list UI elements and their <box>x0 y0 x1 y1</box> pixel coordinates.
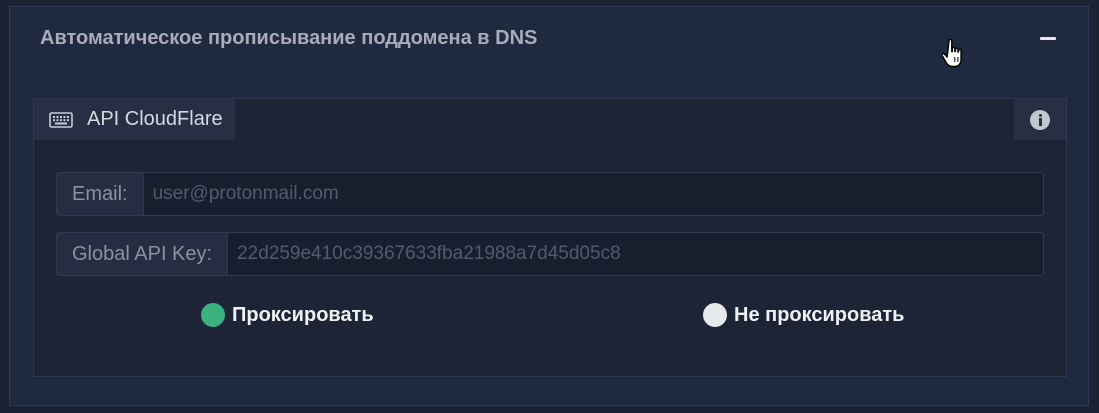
keyboard-icon <box>49 111 73 128</box>
radio-no-proxy[interactable]: Не проксировать <box>703 303 904 327</box>
radio-proxy-label: Проксировать <box>232 303 374 326</box>
tab-label: API CloudFlare <box>87 108 223 130</box>
hand-pointer-icon <box>942 38 962 68</box>
email-field-group: Email: <box>56 172 1044 216</box>
tab-api-cloudflare[interactable]: API CloudFlare <box>34 99 235 140</box>
info-button[interactable] <box>1014 99 1066 140</box>
radio-proxy[interactable]: Проксировать <box>201 303 374 327</box>
collapse-button[interactable] <box>1039 30 1057 48</box>
radio-unselected-icon <box>703 303 727 327</box>
section-title: Автоматическое прописывание поддомена в … <box>40 27 538 49</box>
api-key-label: Global API Key: <box>57 233 229 275</box>
api-key-field-group: Global API Key: <box>56 232 1044 276</box>
email-label: Email: <box>57 173 144 215</box>
radio-no-proxy-label: Не проксировать <box>734 303 905 326</box>
dns-autoconfig-section: Автоматическое прописывание поддомена в … <box>9 6 1089 406</box>
api-cloudflare-panel: API CloudFlare Email: Global API Key: Пр… <box>33 98 1067 377</box>
radio-selected-icon <box>201 303 225 327</box>
email-input[interactable] <box>143 173 1043 215</box>
info-icon <box>1030 109 1050 130</box>
api-key-input[interactable] <box>228 233 1043 275</box>
